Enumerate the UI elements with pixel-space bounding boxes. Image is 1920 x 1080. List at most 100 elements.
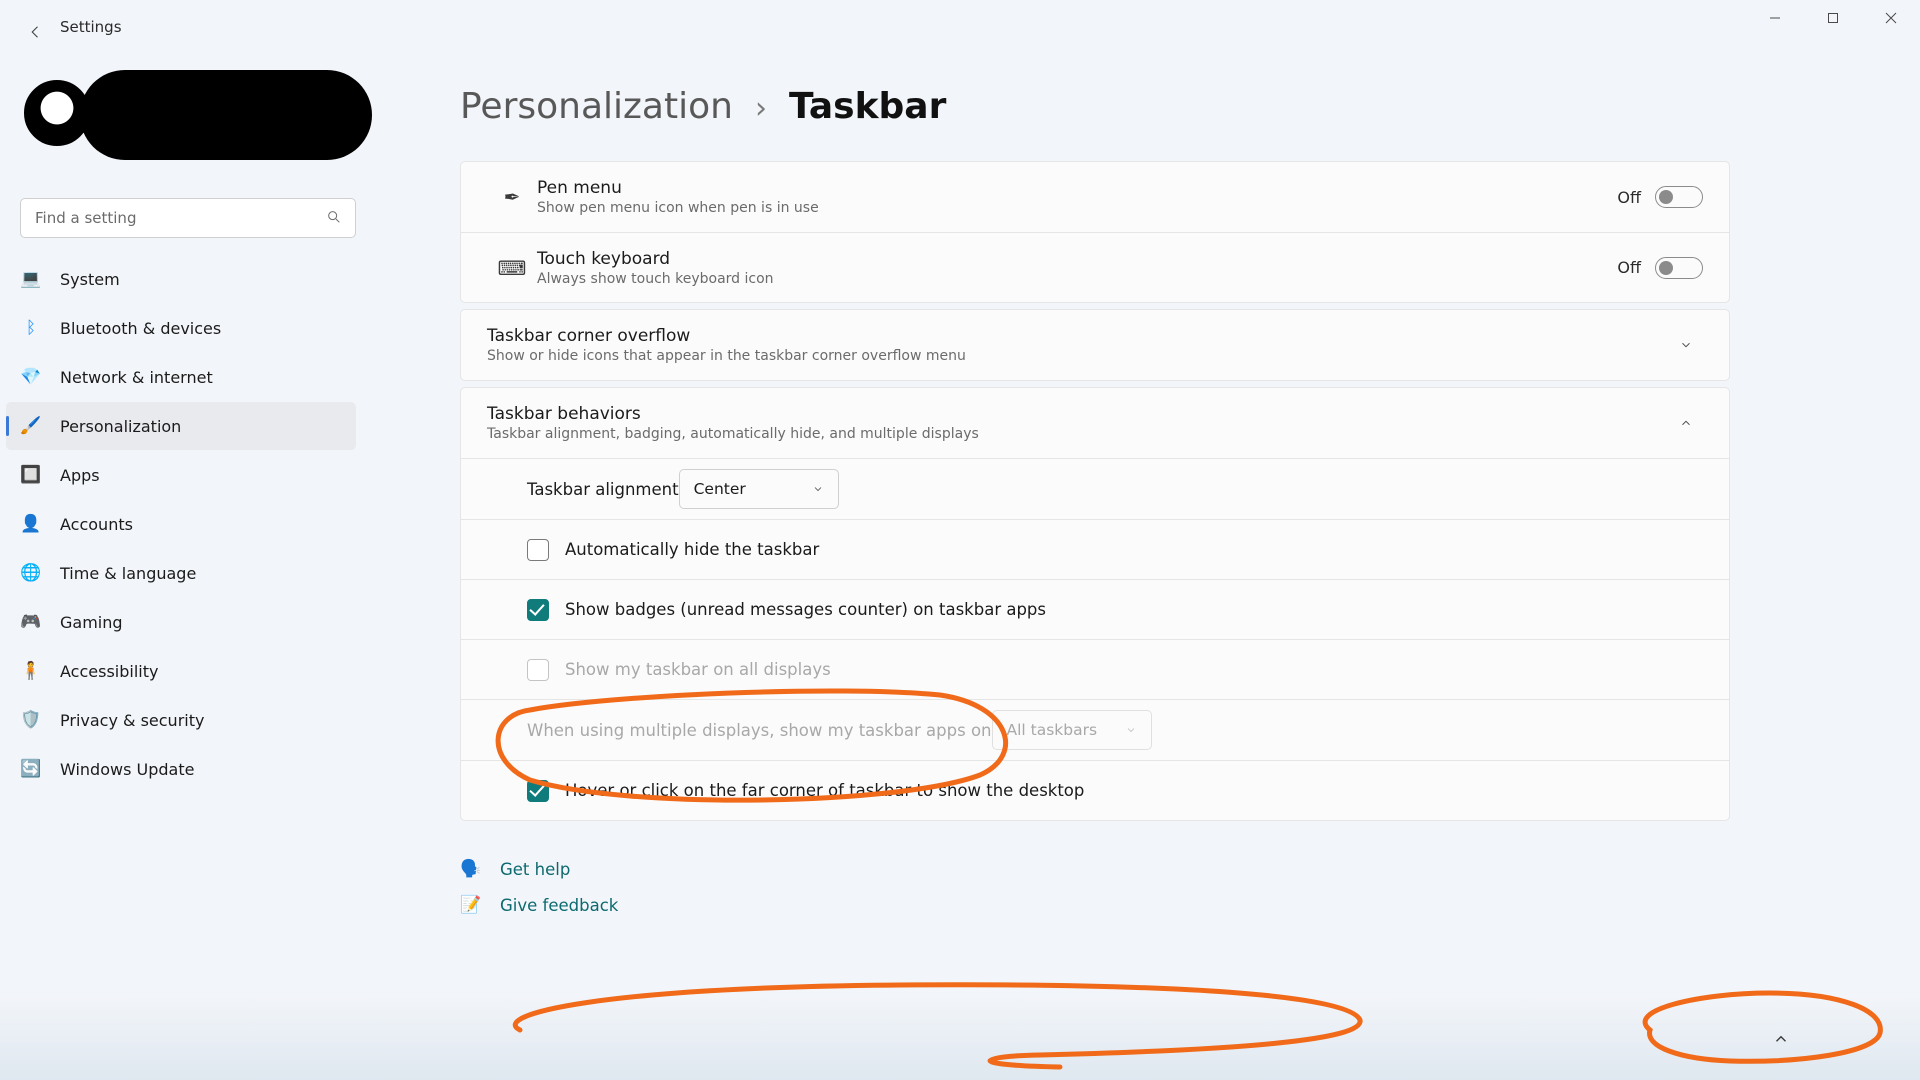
- sidebar-item-accessibility[interactable]: 🧍 Accessibility: [6, 647, 356, 695]
- row-taskbar-alignment: Taskbar alignment Center: [461, 458, 1729, 519]
- minimize-icon: [1769, 12, 1781, 24]
- privacy-icon: 🛡️: [20, 709, 42, 731]
- sidebar-item-gaming[interactable]: 🎮 Gaming: [6, 598, 356, 646]
- minimize-button[interactable]: [1746, 0, 1804, 36]
- help-section: 🗣️ Get help 📝 Give feedback: [460, 851, 1730, 923]
- sidebar-item-label: Time & language: [60, 564, 196, 583]
- app-title: Settings: [60, 18, 122, 36]
- card-taskbar-behaviors: Taskbar behaviors Taskbar alignment, bad…: [460, 387, 1730, 821]
- checkbox-all-displays: [527, 659, 549, 681]
- apps-icon: 🔲: [20, 464, 42, 486]
- back-button[interactable]: [26, 22, 46, 42]
- breadcrumb-sep-icon: ›: [755, 91, 767, 126]
- select-alignment[interactable]: Center: [679, 469, 839, 509]
- maximize-button[interactable]: [1804, 0, 1862, 36]
- window-controls: [1746, 0, 1920, 36]
- sidebar-item-accounts[interactable]: 👤Accounts: [6, 500, 356, 548]
- main-content: Personalization › Taskbar ✒︎ Pen menu Sh…: [460, 86, 1860, 1080]
- gaming-icon: 🎮: [20, 611, 42, 633]
- checkbox-autohide[interactable]: [527, 539, 549, 561]
- row-behaviors-header[interactable]: Taskbar behaviors Taskbar alignment, bad…: [461, 388, 1729, 458]
- update-icon: 🔄: [20, 758, 42, 780]
- row-autohide[interactable]: Automatically hide the taskbar: [461, 519, 1729, 579]
- search-wrap: [20, 198, 356, 238]
- search-input[interactable]: [20, 198, 356, 238]
- select-value: All taskbars: [1007, 721, 1098, 739]
- title-bar: Settings: [0, 0, 1920, 44]
- sidebar-item-label: Accessibility: [60, 662, 158, 681]
- redacted-name-blob: [80, 70, 372, 160]
- row-title: Pen menu: [537, 178, 1617, 198]
- page-title: Taskbar: [789, 86, 946, 127]
- checkbox-hover-corner[interactable]: [527, 780, 549, 802]
- help-icon: 🗣️: [460, 859, 482, 879]
- pen-icon: ✒︎: [487, 185, 537, 209]
- sidebar-item-personalization[interactable]: 🖌️Personalization: [6, 402, 356, 450]
- sidebar-item-bluetooth[interactable]: ᛒBluetooth & devices: [6, 304, 356, 352]
- option-label: Show badges (unread messages counter) on…: [565, 600, 1046, 619]
- row-sub: Show or hide icons that appear in the ta…: [487, 348, 1669, 364]
- close-button[interactable]: [1862, 0, 1920, 36]
- bluetooth-icon: ᛒ: [20, 317, 42, 339]
- close-icon: [1885, 12, 1897, 24]
- sidebar-item-label: Privacy & security: [60, 711, 204, 730]
- expand-button[interactable]: [1669, 328, 1703, 362]
- row-sub: Show pen menu icon when pen is in use: [537, 200, 1617, 216]
- network-icon: 💎: [20, 366, 42, 388]
- row-title: Taskbar corner overflow: [487, 326, 1669, 346]
- toggle-state-label: Off: [1617, 258, 1641, 277]
- row-pen-menu[interactable]: ✒︎ Pen menu Show pen menu icon when pen …: [461, 162, 1729, 232]
- toggle-pen-menu[interactable]: [1655, 186, 1703, 208]
- sidebar-item-update[interactable]: 🔄 Windows Update: [6, 745, 356, 793]
- row-all-displays: Show my taskbar on all displays: [461, 639, 1729, 699]
- row-multi-display-apps: When using multiple displays, show my ta…: [461, 699, 1729, 760]
- option-label: When using multiple displays, show my ta…: [527, 721, 992, 740]
- bottom-gradient: [0, 996, 1920, 1080]
- row-title: Touch keyboard: [537, 249, 1617, 269]
- give-feedback-link[interactable]: Give feedback: [500, 896, 618, 915]
- chevron-down-icon: [1679, 338, 1693, 352]
- sidebar-item-system[interactable]: 💻 System: [6, 255, 356, 303]
- get-help-row[interactable]: 🗣️ Get help: [460, 851, 1730, 887]
- chevron-up-icon: [1679, 416, 1693, 430]
- sidebar-item-label: Accounts: [60, 515, 133, 534]
- row-sub: Always show touch keyboard icon: [537, 271, 1617, 287]
- select-multi-display: All taskbars: [992, 710, 1152, 750]
- row-title: Taskbar behaviors: [487, 404, 1669, 424]
- sidebar-item-time[interactable]: 🌐 Time & language: [6, 549, 356, 597]
- sidebar-item-network[interactable]: 💎Network & internet: [6, 353, 356, 401]
- get-help-link[interactable]: Get help: [500, 860, 570, 879]
- accessibility-icon: 🧍: [20, 660, 42, 682]
- nav-list: 💻 System ᛒBluetooth & devices 💎Network & …: [6, 254, 364, 794]
- sidebar-item-label: Windows Update: [60, 760, 194, 779]
- search-icon: [326, 209, 344, 227]
- maximize-icon: [1827, 12, 1839, 24]
- time-icon: 🌐: [20, 562, 42, 584]
- row-touch-keyboard[interactable]: ⌨︎ Touch keyboard Always show touch keyb…: [461, 232, 1729, 302]
- chevron-down-icon: [1125, 724, 1137, 736]
- row-badges[interactable]: Show badges (unread messages counter) on…: [461, 579, 1729, 639]
- sidebar: 💻 System ᛒBluetooth & devices 💎Network & …: [0, 44, 372, 1080]
- select-value: Center: [694, 480, 746, 498]
- card-corner-overflow[interactable]: Taskbar corner overflow Show or hide ico…: [460, 309, 1730, 381]
- sidebar-item-privacy[interactable]: 🛡️ Privacy & security: [6, 696, 356, 744]
- sidebar-item-label: System: [60, 270, 120, 289]
- row-sub: Taskbar alignment, badging, automaticall…: [487, 426, 1669, 442]
- give-feedback-row[interactable]: 📝 Give feedback: [460, 887, 1730, 923]
- row-hover-corner[interactable]: Hover or click on the far corner of task…: [461, 760, 1729, 820]
- breadcrumb-parent[interactable]: Personalization: [460, 86, 733, 127]
- feedback-icon: 📝: [460, 895, 482, 915]
- profile-block: [18, 62, 368, 162]
- scroll-to-top-button[interactable]: [1762, 1020, 1800, 1058]
- sidebar-item-apps[interactable]: 🔲 Apps: [6, 451, 356, 499]
- toggle-touch-keyboard[interactable]: [1655, 257, 1703, 279]
- option-label: Hover or click on the far corner of task…: [565, 781, 1084, 800]
- checkbox-badges[interactable]: [527, 599, 549, 621]
- keyboard-icon: ⌨︎: [487, 256, 537, 280]
- sidebar-item-label: Apps: [60, 466, 100, 485]
- option-label: Taskbar alignment: [527, 480, 679, 499]
- collapse-button[interactable]: [1669, 406, 1703, 440]
- system-icon: 💻: [20, 268, 42, 290]
- sidebar-item-label: Personalization: [60, 417, 181, 436]
- sidebar-item-label: Gaming: [60, 613, 123, 632]
